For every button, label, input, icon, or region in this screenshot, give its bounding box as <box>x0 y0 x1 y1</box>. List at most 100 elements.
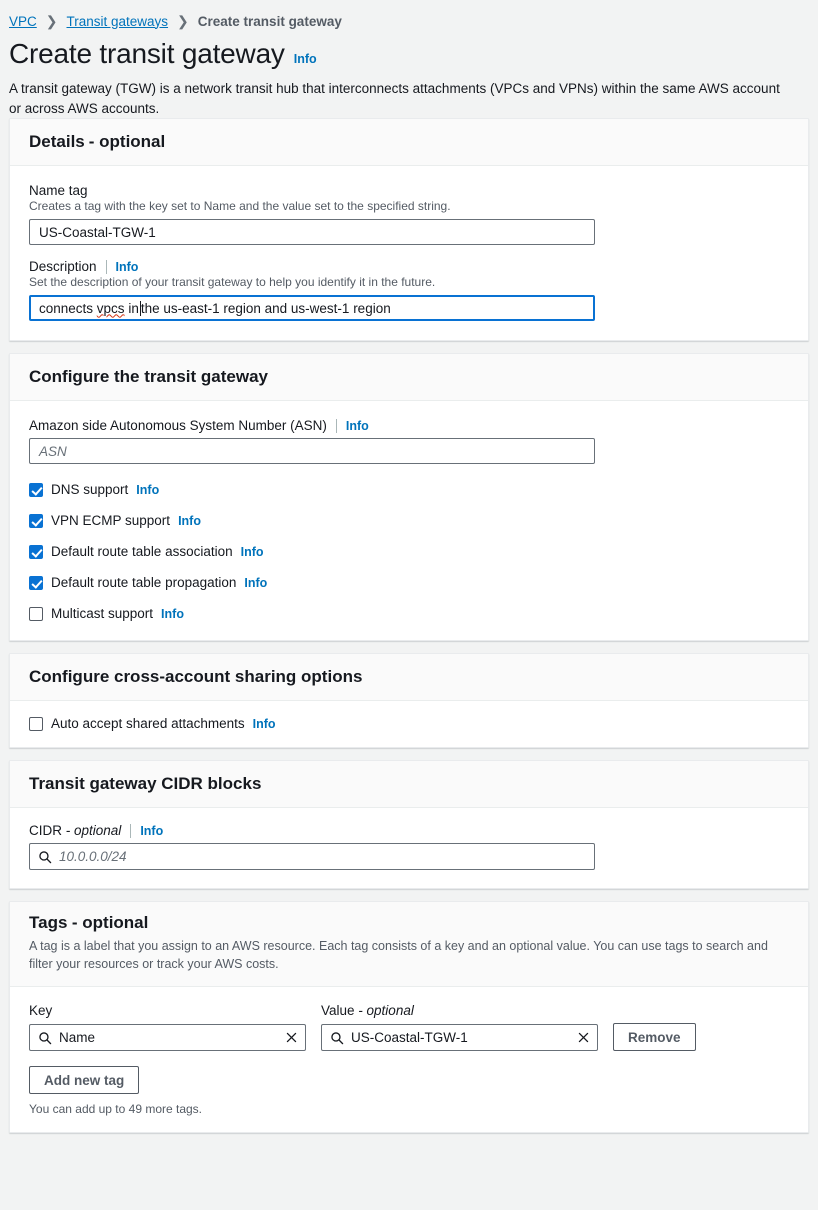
cidr-panel-title: Transit gateway CIDR blocks <box>29 774 262 794</box>
auto-accept-info-link[interactable]: Info <box>253 717 276 731</box>
tags-panel-title: Tags <box>29 913 68 933</box>
cidr-label-optional: - optional <box>65 823 122 839</box>
details-panel-title: Details <box>29 132 85 152</box>
cidr-field: CIDR - optional Info 10.0.0.0/24 <box>29 823 789 871</box>
cidr-input[interactable]: 10.0.0.0/24 <box>29 843 595 871</box>
dns-support-info-link[interactable]: Info <box>136 483 159 497</box>
breadcrumb-item-vpc[interactable]: VPC <box>9 14 37 29</box>
search-icon <box>38 850 52 864</box>
remove-tag-button[interactable]: Remove <box>613 1023 696 1052</box>
sharing-panel-title: Configure cross-account sharing options <box>29 667 363 687</box>
cidr-info-link[interactable]: Info <box>140 824 163 838</box>
tags-column-header-key: Key <box>29 1003 53 1019</box>
tags-header-row: Key Value - optional <box>29 1003 789 1023</box>
cidr-label: CIDR - optional Info <box>29 823 789 838</box>
checkbox-row-vpn-ecmp-support[interactable]: VPN ECMP support Info <box>29 513 789 528</box>
checkbox-label-auto-accept-shared-attachments: Auto accept shared attachments <box>51 716 245 732</box>
tags-column-header-value: Value - optional <box>321 1003 598 1018</box>
cidr-label-text: CIDR <box>29 823 62 839</box>
description-input-value-after: the us-east-1 region and us-west-1 regio… <box>140 300 391 316</box>
tags-panel-header: Tags - optional A tag is a label that yo… <box>10 902 808 988</box>
cidr-panel-body: CIDR - optional Info 10.0.0.0/24 <box>10 808 808 888</box>
page-description: A transit gateway (TGW) is a network tra… <box>9 81 780 116</box>
tags-column-header-value-optional: - optional <box>358 1003 414 1019</box>
create-transit-gateway-page: VPC ❯ Transit gateways ❯ Create transit … <box>0 0 818 1210</box>
description-input[interactable]: connects vpcs in the us-east-1 region an… <box>29 295 595 322</box>
tag-value-value: US-Coastal-TGW-1 <box>351 1030 468 1046</box>
tags-panel-body: Key Value - optional Name US-Coastal-TGW… <box>10 987 808 1132</box>
details-panel-optional-tag: - optional <box>88 132 166 152</box>
name-tag-hint: Creates a tag with the key set to Name a… <box>29 199 451 214</box>
checkbox-label-multicast-support: Multicast support <box>51 606 154 622</box>
checkbox-dns-support[interactable] <box>29 482 43 497</box>
tags-panel: Tags - optional A tag is a label that yo… <box>9 901 809 1134</box>
add-new-tag-button[interactable]: Add new tag <box>29 1066 140 1095</box>
asn-input[interactable]: ASN <box>29 438 595 465</box>
checkbox-default-route-table-propagation[interactable] <box>29 575 43 590</box>
close-icon[interactable] <box>577 1031 590 1044</box>
add-new-tag-wrap: Add new tag <box>29 1066 789 1095</box>
description-label: Description Info <box>29 259 789 274</box>
tags-panel-description: A tag is a label that you assign to an A… <box>29 939 768 972</box>
breadcrumb-item-current: Create transit gateway <box>197 13 342 29</box>
label-divider <box>335 418 337 433</box>
checkbox-label-default-route-table-propagation: Default route table propagation <box>51 575 237 591</box>
details-panel-header: Details - optional <box>10 119 808 167</box>
description-input-value: connects vpcs in <box>39 300 139 316</box>
search-icon <box>38 1031 52 1045</box>
page-info-link[interactable]: Info <box>294 52 317 66</box>
breadcrumb-item-transit-gateways[interactable]: Transit gateways <box>67 14 169 29</box>
checkbox-row-auto-accept-shared-attachments[interactable]: Auto accept shared attachments Info <box>29 716 789 731</box>
description-field: Description Info Set the description of … <box>29 259 789 322</box>
checkbox-row-default-route-table-propagation[interactable]: Default route table propagation Info <box>29 575 789 590</box>
configure-panel-title: Configure the transit gateway <box>29 367 268 387</box>
tags-panel-optional-tag: - optional <box>71 913 149 933</box>
description-hint: Set the description of your transit gate… <box>29 275 436 290</box>
sharing-panel-header: Configure cross-account sharing options <box>10 654 808 702</box>
name-tag-input-value: US-Coastal-TGW-1 <box>39 224 156 240</box>
asn-label-text: Amazon side Autonomous System Number (AS… <box>29 418 327 434</box>
details-panel: Details - optional Name tag Creates a ta… <box>9 118 809 342</box>
name-tag-label-text: Name tag <box>29 183 88 199</box>
configure-panel: Configure the transit gateway Amazon sid… <box>9 353 809 642</box>
page-header: Create transit gateway Info A transit ga… <box>0 30 818 118</box>
checkbox-auto-accept-shared-attachments[interactable] <box>29 716 43 731</box>
close-icon[interactable] <box>285 1031 298 1044</box>
vpn-ecmp-support-info-link[interactable]: Info <box>178 514 201 528</box>
page-title: Create transit gateway <box>9 38 285 69</box>
checkbox-row-default-route-table-association[interactable]: Default route table association Info <box>29 544 789 559</box>
multicast-support-info-link[interactable]: Info <box>161 607 184 621</box>
tag-key-value: Name <box>59 1030 96 1046</box>
table-row: Name US-Coastal-TGW-1 Remove <box>29 1023 789 1052</box>
label-divider <box>130 823 132 838</box>
asn-label: Amazon side Autonomous System Number (AS… <box>29 418 789 433</box>
checkbox-label-dns-support: DNS support <box>51 482 129 498</box>
checkbox-row-multicast-support[interactable]: Multicast support Info <box>29 606 789 621</box>
checkbox-vpn-ecmp-support[interactable] <box>29 513 43 528</box>
name-tag-input[interactable]: US-Coastal-TGW-1 <box>29 219 595 246</box>
asn-info-link[interactable]: Info <box>346 419 369 433</box>
configure-panel-body: Amazon side Autonomous System Number (AS… <box>10 401 808 640</box>
tags-column-header-value-text: Value <box>321 1003 355 1019</box>
details-panel-body: Name tag Creates a tag with the key set … <box>10 166 808 340</box>
checkbox-multicast-support[interactable] <box>29 606 43 621</box>
cidr-panel: Transit gateway CIDR blocks CIDR - optio… <box>9 760 809 890</box>
default-route-table-propagation-info-link[interactable]: Info <box>244 576 267 590</box>
tag-key-input[interactable]: Name <box>29 1024 306 1052</box>
checkbox-row-dns-support[interactable]: DNS support Info <box>29 482 789 497</box>
configure-panel-header: Configure the transit gateway <box>10 354 808 402</box>
chevron-right-icon: ❯ <box>45 13 58 29</box>
checkbox-default-route-table-association[interactable] <box>29 544 43 559</box>
sharing-panel: Configure cross-account sharing options … <box>9 653 809 749</box>
tag-value-input[interactable]: US-Coastal-TGW-1 <box>321 1024 598 1052</box>
name-tag-label: Name tag <box>29 183 789 198</box>
misspelled-word: vpcs <box>96 300 125 316</box>
description-info-link[interactable]: Info <box>116 260 139 274</box>
cidr-panel-header: Transit gateway CIDR blocks <box>10 761 808 809</box>
breadcrumb: VPC ❯ Transit gateways ❯ Create transit … <box>0 0 818 30</box>
search-icon <box>330 1031 344 1045</box>
default-route-table-association-info-link[interactable]: Info <box>241 545 264 559</box>
name-tag-field: Name tag Creates a tag with the key set … <box>29 183 789 246</box>
cidr-input-placeholder: 10.0.0.0/24 <box>59 849 127 865</box>
chevron-right-icon: ❯ <box>177 13 189 29</box>
